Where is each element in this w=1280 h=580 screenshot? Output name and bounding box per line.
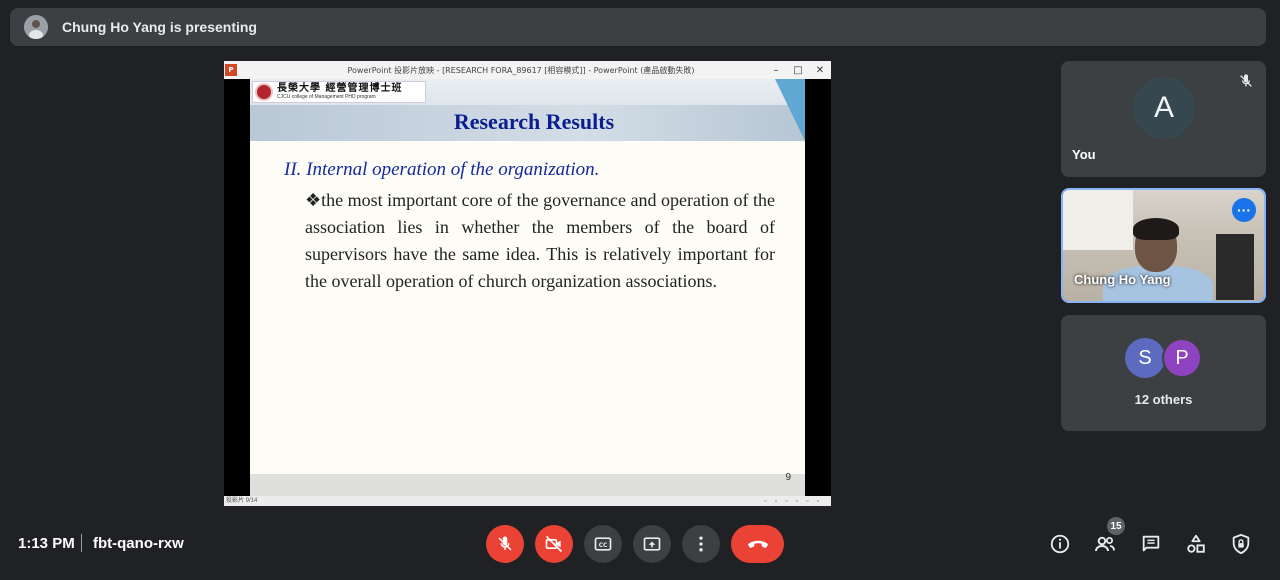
slide-title: Research Results — [453, 109, 615, 134]
mic-off-icon — [1236, 71, 1256, 91]
close-icon: ✕ — [815, 64, 825, 76]
people-icon — [1095, 536, 1115, 552]
others-count-label: 12 others — [1134, 392, 1193, 407]
activities-button[interactable] — [1183, 531, 1209, 557]
host-controls-button[interactable] — [1228, 531, 1254, 557]
slide-canvas: 長榮大學 經營管理博士班 CJCU college of Management … — [250, 79, 805, 496]
university-name-en: CJCU college of Management PHD program — [277, 94, 376, 100]
present-now-button[interactable] — [633, 525, 671, 563]
powerpoint-logo-icon: P — [225, 64, 237, 76]
participant-tile-presenter[interactable]: ··· Chung Ho Yang — [1061, 188, 1266, 303]
participant-name: You — [1072, 147, 1096, 162]
meeting-details-button[interactable] — [1047, 531, 1073, 557]
camera-off-icon — [545, 535, 563, 553]
participant-tile-others[interactable]: S P 12 others — [1061, 315, 1266, 431]
camera-toggle-button[interactable] — [535, 525, 573, 563]
university-seal-icon — [255, 83, 273, 101]
participant-tile-you[interactable]: A You — [1061, 61, 1266, 177]
chat-icon — [1142, 535, 1160, 552]
chat-button[interactable] — [1138, 531, 1164, 557]
hang-up-icon — [747, 540, 768, 548]
info-icon — [1050, 534, 1070, 554]
powerpoint-window-title: PowerPoint 投影片放映 - [RESEARCH FORA_89617 … — [347, 65, 695, 75]
microphone-toggle-button[interactable] — [486, 525, 524, 563]
shared-screen: P PowerPoint 投影片放映 - [RESEARCH FORA_8961… — [224, 61, 831, 506]
svg-text:CC: CC — [599, 543, 608, 549]
avatar: S — [1125, 338, 1165, 378]
minimize-icon: – — [773, 64, 779, 76]
powerpoint-statusbar: 投影片 9/14 ▫▫▫▫▫▫ — [224, 496, 831, 506]
leave-call-button[interactable] — [731, 525, 784, 563]
closed-captions-icon: CC — [594, 537, 612, 551]
person-photo-icon — [24, 15, 48, 39]
slide-body-text: ❖the most important core of the governan… — [305, 190, 775, 291]
slide-footer-band — [250, 474, 805, 496]
slide-page-number: 9 — [785, 472, 791, 483]
presenter-avatar — [24, 15, 48, 39]
view-mode-icons: ▫▫▫▫▫▫ — [764, 498, 827, 505]
university-name-cn: 長榮大學 經營管理博士班 — [277, 83, 403, 94]
participant-name: Chung Ho Yang — [1074, 272, 1171, 287]
slide-counter: 投影片 9/14 — [226, 498, 258, 504]
activities-shapes-icon — [1187, 534, 1205, 553]
more-options-button[interactable] — [682, 525, 720, 563]
avatar: A — [1133, 77, 1195, 139]
slide-heading: II. Internal operation of the organizati… — [284, 159, 600, 180]
shield-lock-icon — [1232, 533, 1250, 555]
participant-count-badge: 15 — [1107, 517, 1125, 535]
meeting-time: 1:13 PM — [18, 535, 75, 552]
captions-button[interactable]: CC — [584, 525, 622, 563]
meeting-code[interactable]: fbt-qano-rxw — [93, 535, 184, 552]
powerpoint-titlebar: P PowerPoint 投影片放映 - [RESEARCH FORA_8961… — [224, 61, 831, 79]
more-options-icon[interactable]: ··· — [1232, 198, 1256, 222]
presenting-text: Chung Ho Yang is presenting — [62, 19, 257, 35]
more-vertical-icon — [699, 536, 703, 552]
divider — [81, 534, 82, 552]
avatar: P — [1162, 338, 1202, 378]
university-logo: 長榮大學 經營管理博士班 CJCU college of Management … — [252, 81, 426, 103]
mic-off-icon — [498, 536, 512, 551]
presenting-banner: Chung Ho Yang is presenting — [10, 8, 1266, 46]
maximize-icon: □ — [793, 64, 803, 76]
present-screen-icon — [643, 537, 661, 551]
